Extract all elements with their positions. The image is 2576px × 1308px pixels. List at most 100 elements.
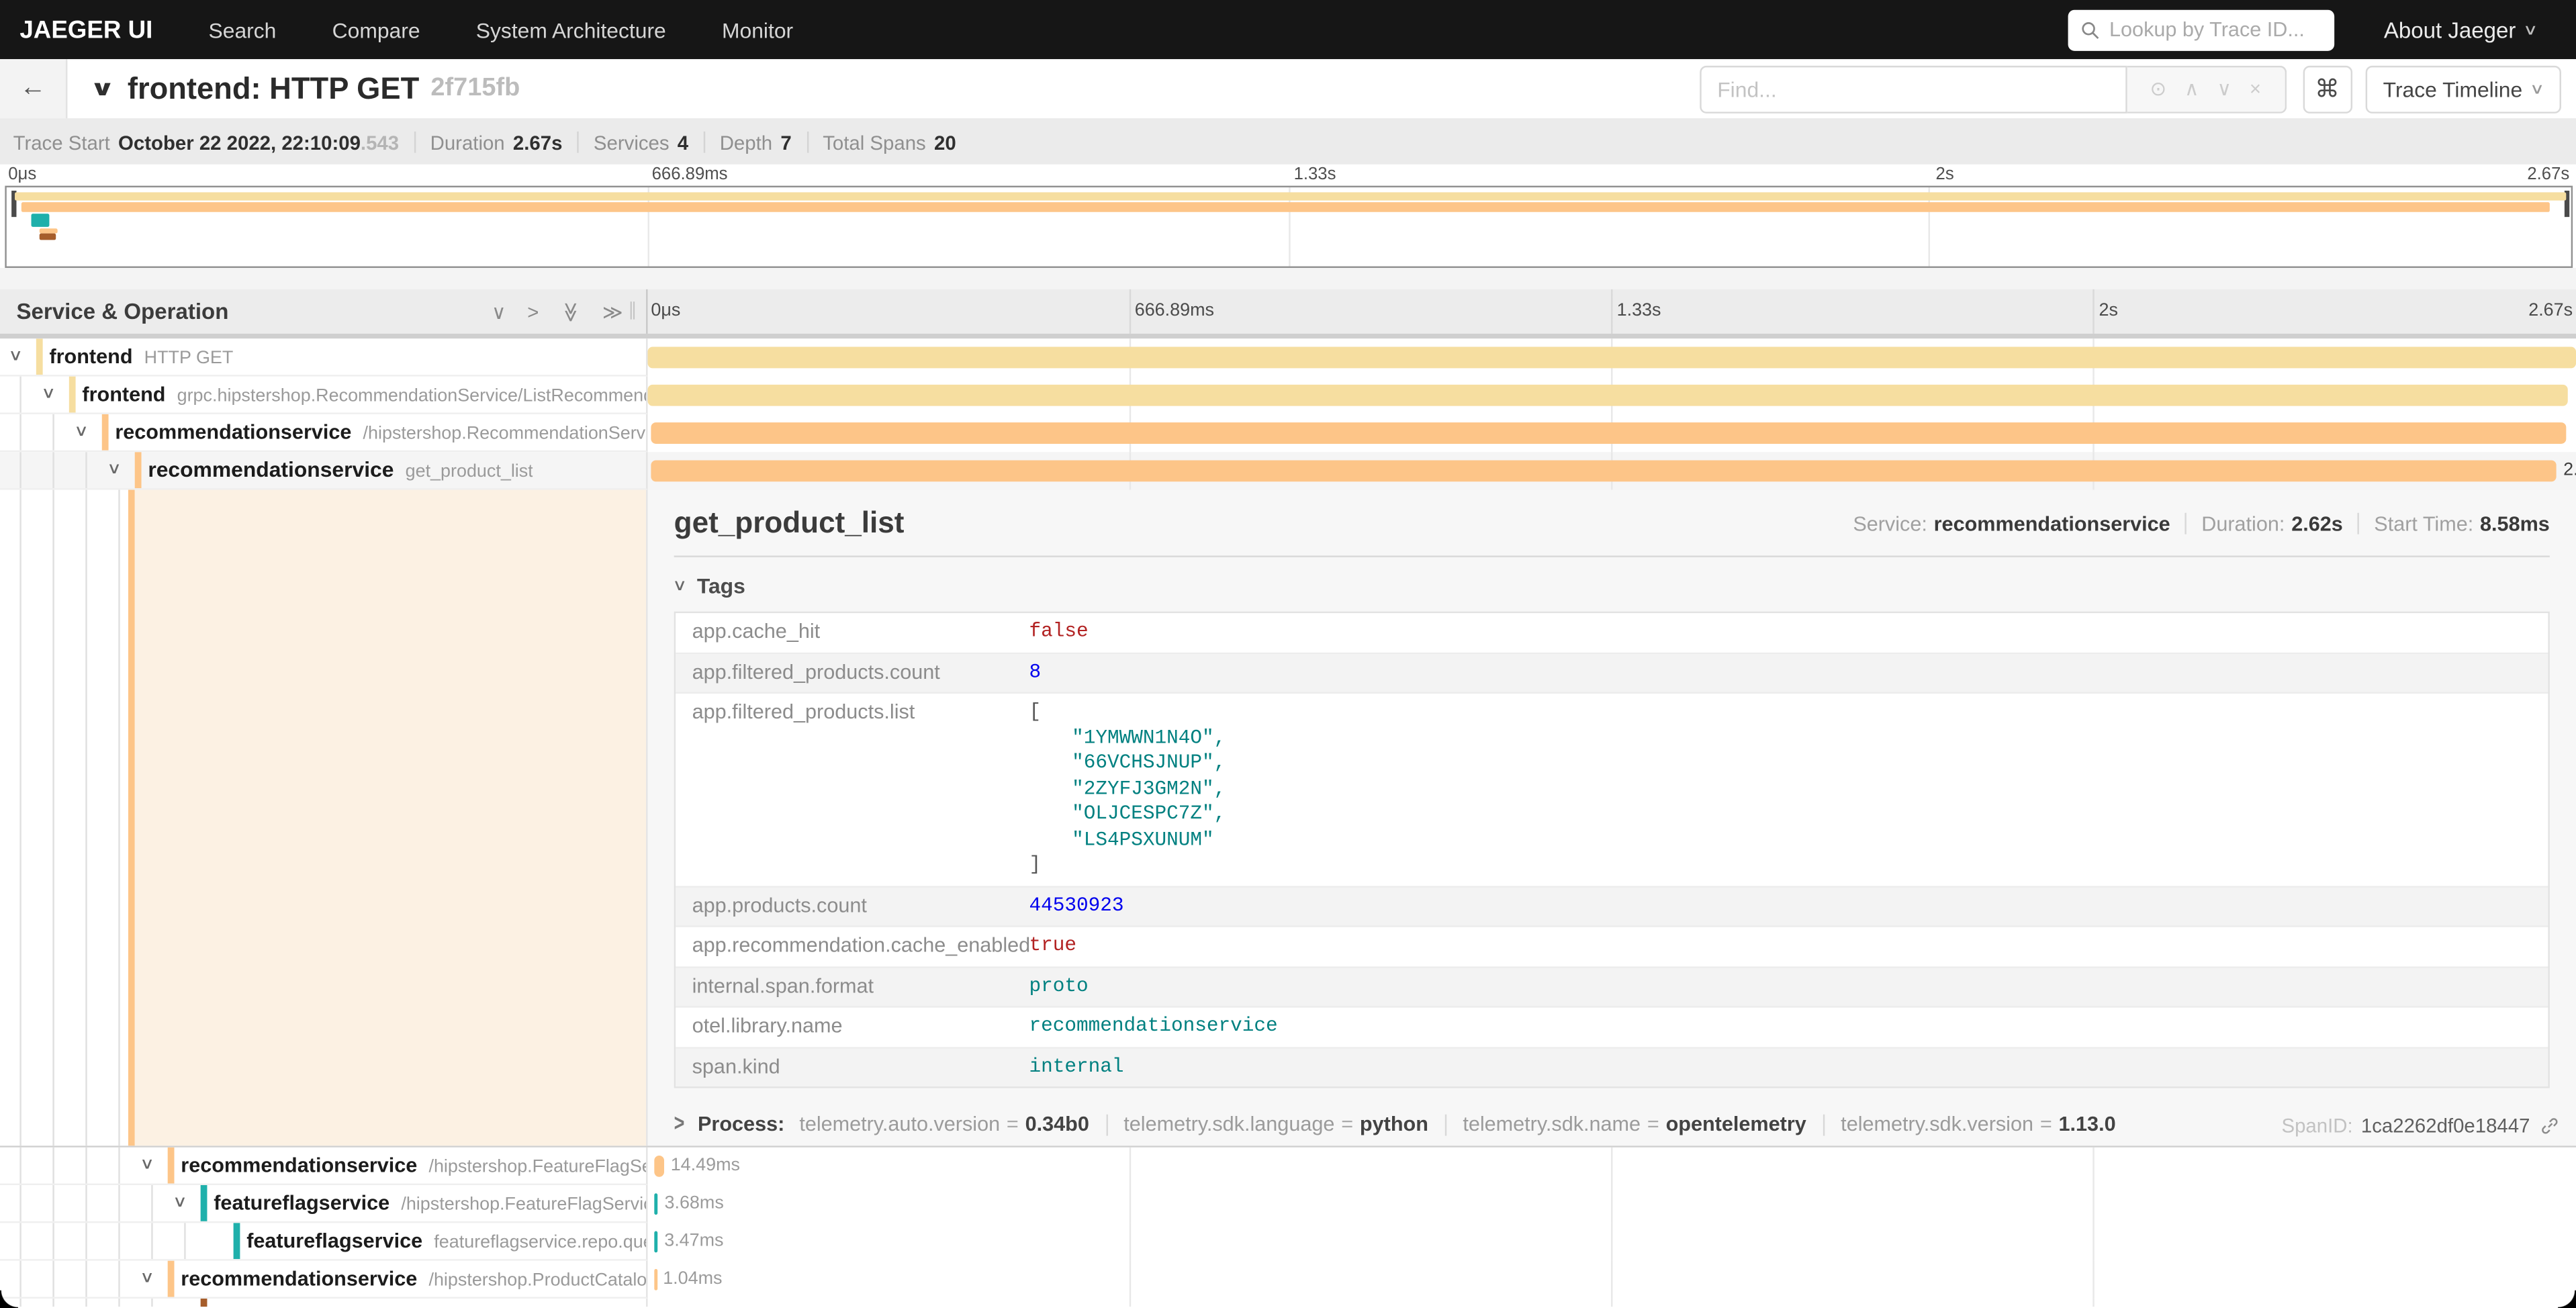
- chevron-right-icon: >: [674, 1111, 685, 1137]
- collapse-one-icon[interactable]: ∨: [492, 300, 506, 323]
- span-bar[interactable]: [653, 1156, 664, 1177]
- span-timeline-cell[interactable]: [648, 1299, 2576, 1307]
- span-timeline-cell[interactable]: [648, 338, 2576, 376]
- indent-guide: [52, 1148, 54, 1184]
- indent-guide: [19, 490, 21, 1146]
- span-name-cell[interactable]: [0, 1299, 648, 1307]
- span-color-bar: [69, 377, 76, 413]
- span-name-cell[interactable]: ∨recommendationserviceget_product_list: [0, 452, 648, 489]
- tag-row[interactable]: internal.span.formatproto: [676, 968, 2548, 1008]
- nav-item-search[interactable]: Search: [209, 17, 277, 42]
- span-timeline-cell[interactable]: 3.47ms: [648, 1223, 2576, 1260]
- collapse-children-icon[interactable]: ∨: [140, 1156, 154, 1174]
- span-timeline-cell[interactable]: 3.68ms: [648, 1185, 2576, 1223]
- tag-row[interactable]: span.kindinternal: [676, 1048, 2548, 1087]
- span-name-cell[interactable]: ∨recommendationservice/hipstershop.Produ…: [0, 1261, 648, 1299]
- tag-row[interactable]: app.recommendation.cache_enabledtrue: [676, 927, 2548, 968]
- keyboard-shortcuts-button[interactable]: ⌘: [2303, 65, 2352, 113]
- focus-match-icon[interactable]: ⊙: [2150, 77, 2166, 100]
- span-bar[interactable]: [654, 1231, 657, 1253]
- find-input[interactable]: [1699, 65, 2126, 113]
- span-name-cell[interactable]: featureflagservicefeatureflagservice.rep…: [0, 1223, 648, 1260]
- span-name: recommendationserviceget_product_list: [0, 455, 533, 485]
- span-timeline-cell[interactable]: 14.49ms: [648, 1148, 2576, 1185]
- span-bar[interactable]: [655, 1269, 658, 1291]
- span-name: recommendationservice/hipstershop.Featur…: [0, 1151, 646, 1180]
- trace-lookup-box[interactable]: [2068, 9, 2335, 50]
- jaeger-logo[interactable]: JAEGER UI: [19, 15, 152, 44]
- tag-row[interactable]: otel.library.namerecommendationservice: [676, 1008, 2548, 1048]
- axis-tick: 0μs: [8, 165, 36, 184]
- tag-value-text: internal: [1029, 1054, 1123, 1077]
- back-button[interactable]: ←: [0, 59, 67, 118]
- span-row[interactable]: ∨recommendationservice/hipstershop.Recom…: [0, 414, 2576, 452]
- span-name-cell[interactable]: ∨featureflagservice/hipstershop.FeatureF…: [0, 1185, 648, 1223]
- span-bar[interactable]: [651, 422, 2565, 444]
- span-bar[interactable]: [648, 385, 2569, 406]
- collapse-children-icon[interactable]: ∨: [41, 385, 56, 403]
- tags-section-toggle[interactable]: ∨ Tags: [674, 573, 2550, 598]
- list-item: "OLJCESPC7Z",: [1029, 802, 2531, 828]
- axis-tick: 0μs: [651, 289, 680, 334]
- divider: [674, 555, 2550, 557]
- span-timeline-cell[interactable]: 1.04ms: [648, 1261, 2576, 1299]
- span-name-cell[interactable]: ∨recommendationservice/hipstershop.Featu…: [0, 1148, 648, 1185]
- indent-guide: [118, 1148, 120, 1184]
- collapse-all-icon[interactable]: ≫: [559, 301, 582, 322]
- indent-guide: [52, 1185, 54, 1221]
- collapse-children-icon[interactable]: ∨: [140, 1269, 154, 1287]
- service-label: Service:: [1853, 512, 1927, 535]
- tag-value-text: recommendationservice: [1029, 1014, 1277, 1037]
- span-row[interactable]: [0, 1299, 2576, 1307]
- column-resizer-handle[interactable]: ∥: [628, 289, 637, 334]
- nav-item-monitor[interactable]: Monitor: [722, 17, 793, 42]
- minimap-span-bar: [31, 214, 49, 227]
- span-row[interactable]: featureflagservicefeatureflagservice.rep…: [0, 1223, 2576, 1260]
- span-row[interactable]: ∨frontendgrpc.hipstershop.Recommendation…: [0, 377, 2576, 414]
- trace-view-select[interactable]: Trace Timeline ∨: [2365, 65, 2561, 113]
- span-timeline-cell[interactable]: 2.62s: [648, 452, 2576, 489]
- indent-guide: [85, 1185, 87, 1221]
- tag-row[interactable]: app.cache_hitfalse: [676, 613, 2548, 653]
- trace-minimap[interactable]: [5, 186, 2573, 268]
- nav-item-compare[interactable]: Compare: [332, 17, 420, 42]
- expand-one-icon[interactable]: >: [527, 300, 539, 323]
- process-row[interactable]: > Process: telemetry.auto.version=0.34b0…: [674, 1113, 2550, 1135]
- span-timeline-cell[interactable]: [648, 414, 2576, 452]
- collapse-children-icon[interactable]: ∨: [8, 347, 23, 365]
- tag-row[interactable]: app.filtered_products.count8: [676, 653, 2548, 694]
- span-row[interactable]: ∨recommendationservice/hipstershop.Produ…: [0, 1261, 2576, 1299]
- clear-find-icon[interactable]: ×: [2250, 77, 2261, 100]
- timeline-axis[interactable]: 0μs666.89ms1.33s2s2.67s: [648, 289, 2576, 334]
- span-bar[interactable]: [654, 1193, 658, 1215]
- indent-guide: [118, 1223, 120, 1259]
- indent-guide: [19, 1148, 21, 1184]
- span-color-bar: [36, 338, 43, 375]
- nav-item-system-architecture[interactable]: System Architecture: [476, 17, 666, 42]
- tag-row[interactable]: app.filtered_products.list["1YMWWN1N4O",…: [676, 694, 2548, 887]
- span-row[interactable]: ∨recommendationservice/hipstershop.Featu…: [0, 1148, 2576, 1185]
- divider: [807, 132, 808, 153]
- collapse-children-icon[interactable]: ∨: [173, 1193, 187, 1211]
- collapse-children-icon[interactable]: ∨: [74, 422, 89, 440]
- trace-collapse-icon[interactable]: ∨: [89, 76, 116, 102]
- about-jaeger-menu[interactable]: About Jaeger ∨: [2384, 17, 2536, 42]
- axis-tick: 2s: [2099, 289, 2117, 334]
- span-row[interactable]: ∨recommendationserviceget_product_list2.…: [0, 452, 2576, 489]
- tag-key: app.cache_hit: [676, 613, 1013, 652]
- next-match-icon[interactable]: ∨: [2217, 77, 2232, 100]
- span-name-cell[interactable]: ∨frontendgrpc.hipstershop.Recommendation…: [0, 377, 648, 414]
- prev-match-icon[interactable]: ∧: [2184, 77, 2199, 100]
- link-icon[interactable]: [2540, 1116, 2559, 1135]
- collapse-children-icon[interactable]: ∨: [107, 461, 122, 479]
- span-timeline-cell[interactable]: [648, 377, 2576, 414]
- span-row[interactable]: ∨featureflagservice/hipstershop.FeatureF…: [0, 1185, 2576, 1223]
- expand-all-icon[interactable]: ≫: [602, 300, 623, 323]
- span-bar[interactable]: [648, 347, 2576, 369]
- span-row[interactable]: ∨frontendHTTP GET: [0, 338, 2576, 376]
- tag-row[interactable]: app.products.count44530923: [676, 887, 2548, 927]
- span-name-cell[interactable]: ∨frontendHTTP GET: [0, 338, 648, 376]
- trace-lookup-input[interactable]: [2109, 18, 2321, 41]
- span-bar[interactable]: [651, 460, 2557, 481]
- span-name-cell[interactable]: ∨recommendationservice/hipstershop.Recom…: [0, 414, 648, 452]
